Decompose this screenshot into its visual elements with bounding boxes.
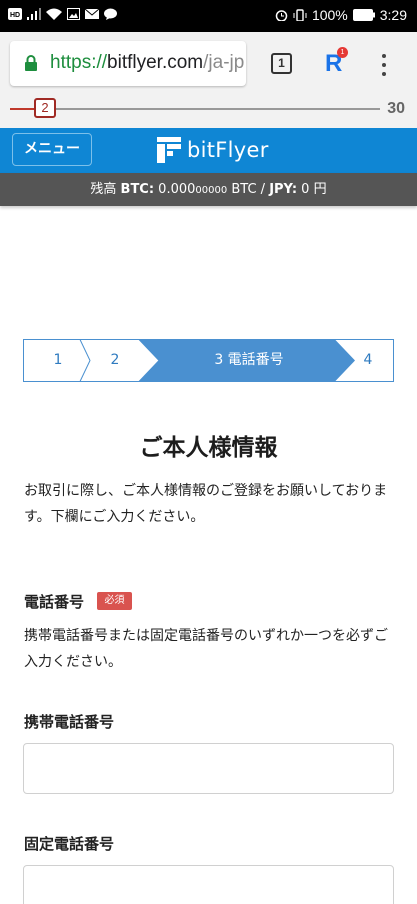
vibrate-icon (293, 9, 307, 21)
hd-icon: HD (8, 8, 22, 20)
mail-icon (85, 8, 99, 19)
battery-percent: 100% (311, 7, 348, 23)
image-icon (67, 8, 80, 20)
chat-icon (104, 8, 117, 20)
phone-note: 携帯電話番号または固定電話番号のいずれか一つを必ずご入力ください。 (24, 628, 388, 670)
svg-text:HD: HD (10, 12, 20, 19)
status-right: 100% 3:29 (275, 7, 407, 23)
btc-unit: BTC (227, 182, 257, 197)
btc-value-small: 00000 (195, 185, 228, 196)
dot-icon (382, 63, 386, 67)
balance-bar: 残高 BTC: 0.00000000 BTC / JPY: 0 円 (0, 173, 417, 206)
mobile-phone-label: 携帯電話番号 (24, 713, 115, 731)
progress-track (10, 108, 380, 110)
rakuten-extension-button[interactable]: R 1 (325, 47, 348, 80)
jpy-value: 0 円 (297, 182, 327, 197)
status-left-icons: HD (8, 8, 117, 20)
dot-icon (382, 54, 386, 58)
step-2: 2 (110, 352, 120, 368)
btc-value: 0.000 (154, 182, 196, 197)
status-bar: HD 100% 3:29 (0, 0, 417, 32)
more-menu-button[interactable] (376, 52, 392, 78)
tab-switcher-button[interactable]: 1 (271, 53, 292, 74)
url-path: /ja-jp (203, 52, 245, 73)
btc-label: BTC: (120, 182, 155, 197)
progress-fill (10, 108, 35, 110)
progress-total: 30 (387, 100, 405, 117)
progress-current[interactable]: 2 (34, 98, 56, 118)
wifi-icon (46, 8, 62, 20)
clock: 3:29 (379, 7, 407, 23)
browser-toolbar: https://bitflyer.com/ja-jp 1 R 1 (0, 32, 417, 94)
balance-separator: / (256, 182, 270, 197)
logo-text: bitFlyer (187, 138, 269, 162)
bitflyer-logo-icon (157, 137, 181, 163)
page-progress: 2 30 (0, 94, 417, 128)
menu-button[interactable]: メニュー (12, 133, 92, 166)
registration-steps: 1 2 3 電話番号 4 (23, 339, 394, 382)
mobile-phone-input[interactable] (23, 743, 394, 794)
extension-badge: 1 (337, 47, 348, 58)
url-scheme: https:// (50, 52, 108, 73)
step-4: 4 (363, 352, 373, 368)
site-logo[interactable]: bitFlyer (157, 135, 269, 165)
step-3-active: 3 電話番号 (214, 352, 284, 368)
landline-phone-label: 固定電話番号 (24, 835, 115, 853)
signal-icon (27, 8, 41, 20)
jpy-label: JPY: (269, 182, 298, 197)
intro-text: お取引に際し、ご本人様情報のご登録をお願いしております。下欄にご入力ください。 (24, 483, 388, 525)
page-title: ご本人様情報 (139, 435, 278, 461)
phone-section-label: 電話番号 (24, 593, 85, 611)
alarm-icon (275, 10, 288, 21)
landline-phone-input[interactable] (23, 865, 394, 904)
battery-icon (352, 9, 375, 21)
balance-prefix: 残高 (90, 182, 121, 197)
url-text: https://bitflyer.com/ja-jp (50, 52, 244, 74)
site-header: メニュー bitFlyer (0, 128, 417, 173)
step-1: 1 (53, 352, 63, 368)
required-badge: 必須 (97, 592, 132, 610)
lock-icon (25, 55, 37, 71)
dot-icon (382, 72, 386, 76)
url-host: bitflyer.com (107, 52, 204, 73)
address-bar[interactable]: https://bitflyer.com/ja-jp (10, 41, 246, 86)
